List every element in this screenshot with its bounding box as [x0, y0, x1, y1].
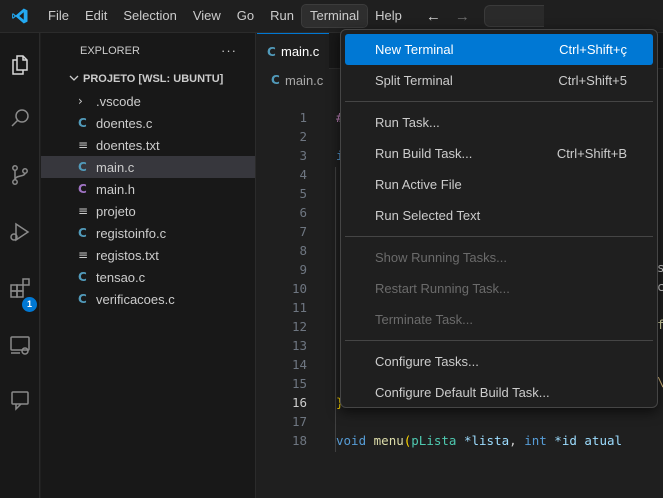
tree-item-vscode[interactable]: › .vscode: [41, 90, 255, 112]
menu-item-split-terminal[interactable]: Split Terminal Ctrl+Shift+5: [345, 65, 653, 96]
c-file-icon: C: [271, 73, 280, 87]
menu-item-label: Configure Tasks...: [375, 354, 479, 369]
extensions-badge: 1: [22, 297, 37, 312]
tree-item-main-h[interactable]: C main.h: [41, 178, 255, 200]
menu-item-run-build-task[interactable]: Run Build Task... Ctrl+Shift+B: [345, 138, 653, 169]
tree-item-label: main.h: [96, 181, 136, 197]
tree-item-verificacoes-c[interactable]: C verificacoes.c: [41, 288, 255, 310]
breadcrumb-file: main.c: [285, 72, 324, 88]
tree-item-doentes-txt[interactable]: ≡ doentes.txt: [41, 134, 255, 156]
menu-item-run-task[interactable]: Run Task...: [345, 107, 653, 138]
menu-view[interactable]: View: [185, 5, 229, 27]
tree-item-label: registoinfo.c: [96, 225, 167, 241]
run-debug-icon[interactable]: [8, 220, 32, 244]
remote-explorer-icon[interactable]: [8, 333, 32, 357]
menu-item-shortcut: Ctrl+Shift+5: [558, 73, 627, 88]
tree-item-label: projeto: [96, 203, 136, 219]
tree-item-registos-txt[interactable]: ≡ registos.txt: [41, 244, 255, 266]
back-arrow-icon[interactable]: ←: [426, 8, 441, 25]
menu-item-new-terminal[interactable]: New Terminal Ctrl+Shift+ç: [345, 34, 653, 65]
tree-item-label: verificacoes.c: [96, 291, 175, 307]
menu-item-terminate-task: Terminate Task...: [345, 304, 653, 335]
source-control-icon[interactable]: [8, 163, 32, 187]
tab-main-c[interactable]: C main.c: [257, 33, 330, 69]
menu-item-label: Configure Default Build Task...: [375, 385, 550, 400]
tree-item-label: doentes.txt: [96, 137, 160, 153]
explorer-sidebar: EXPLORER ··· PROJETO [WSL: UBUNTU] › .vs…: [41, 33, 256, 498]
menu-selection[interactable]: Selection: [115, 5, 184, 27]
terminal-menu: New Terminal Ctrl+Shift+ç Split Terminal…: [340, 29, 658, 408]
tree-item-label: tensao.c: [96, 269, 146, 285]
c-file-icon: C: [78, 292, 87, 306]
explorer-icon[interactable]: [8, 53, 32, 77]
c-file-icon: C: [267, 44, 276, 59]
menu-separator: [345, 236, 653, 237]
workspace-folder[interactable]: PROJETO [WSL: UBUNTU]: [41, 68, 255, 90]
tab-label: main.c: [281, 44, 320, 59]
menu-item-label: Run Task...: [375, 115, 440, 130]
menu-help[interactable]: Help: [367, 5, 410, 27]
c-file-icon: C: [78, 270, 87, 284]
tree-item-label: .vscode: [96, 93, 141, 109]
tree-item-label: doentes.c: [96, 115, 153, 131]
command-center-search[interactable]: [483, 5, 544, 27]
menu-go[interactable]: Go: [229, 5, 262, 27]
activity-bar: 1: [0, 33, 40, 498]
menu-file[interactable]: File: [40, 5, 77, 27]
chevron-down-icon: [69, 73, 83, 86]
menu-item-label: Restart Running Task...: [375, 281, 510, 296]
menu-item-configure-default-build-task[interactable]: Configure Default Build Task...: [345, 377, 653, 408]
menu-item-run-active-file[interactable]: Run Active File: [345, 169, 653, 200]
menu-item-shortcut: Ctrl+Shift+B: [556, 146, 627, 161]
more-actions-icon[interactable]: ···: [221, 43, 237, 58]
menu-item-label: Run Build Task...: [375, 146, 473, 161]
menu-item-label: Split Terminal: [375, 73, 453, 88]
text-file-icon: ≡: [78, 248, 89, 262]
menu-separator: [345, 101, 653, 102]
search-icon[interactable]: [8, 106, 32, 130]
tree-item-doentes-c[interactable]: C doentes.c: [41, 112, 255, 134]
menu-item-show-running-tasks: Show Running Tasks...: [345, 242, 653, 273]
tree-item-label: main.c: [96, 159, 135, 175]
menu-item-label: Run Active File: [375, 177, 462, 192]
c-file-icon: C: [78, 160, 87, 174]
text-file-icon: ≡: [78, 138, 89, 152]
menu-item-restart-running-task: Restart Running Task...: [345, 273, 653, 304]
text-file-icon: ≡: [78, 204, 89, 218]
workspace-folder-label: PROJETO [WSL: UBUNTU]: [83, 73, 224, 85]
menu-terminal[interactable]: Terminal: [300, 4, 369, 28]
code-line: 17: [291, 414, 307, 429]
tree-item-projeto[interactable]: ≡ projeto: [41, 200, 255, 222]
c-file-icon: C: [78, 116, 87, 130]
c-header-file-icon: C: [78, 182, 87, 196]
forward-arrow-icon[interactable]: →: [455, 8, 470, 25]
menu-item-shortcut: Ctrl+Shift+ç: [559, 42, 627, 57]
chat-icon[interactable]: [8, 388, 32, 412]
vscode-logo-icon: [0, 0, 40, 33]
tree-item-main-c[interactable]: C main.c: [41, 156, 255, 178]
explorer-header: EXPLORER ···: [41, 33, 255, 68]
chevron-right-icon: ›: [78, 94, 83, 108]
menu-separator: [345, 340, 653, 341]
code-line: 18 void menu(pLista *lista, int *id atual: [291, 433, 623, 448]
menu-item-label: Terminate Task...: [375, 312, 474, 327]
menu-item-run-selected-text[interactable]: Run Selected Text: [345, 200, 653, 231]
tree-item-registoinfo-c[interactable]: C registoinfo.c: [41, 222, 255, 244]
tree-item-tensao-c[interactable]: C tensao.c: [41, 266, 255, 288]
menu-item-label: Run Selected Text: [375, 208, 481, 223]
explorer-title: EXPLORER: [80, 44, 140, 57]
c-file-icon: C: [78, 226, 87, 240]
tree-item-label: registos.txt: [96, 247, 159, 263]
menu-run[interactable]: Run: [262, 5, 302, 27]
menu-edit[interactable]: Edit: [77, 5, 115, 27]
menu-item-label: Show Running Tasks...: [375, 250, 507, 265]
menu-item-configure-tasks[interactable]: Configure Tasks...: [345, 346, 653, 377]
navigation-arrows: ← →: [426, 8, 470, 25]
menu-item-label: New Terminal: [375, 42, 454, 57]
